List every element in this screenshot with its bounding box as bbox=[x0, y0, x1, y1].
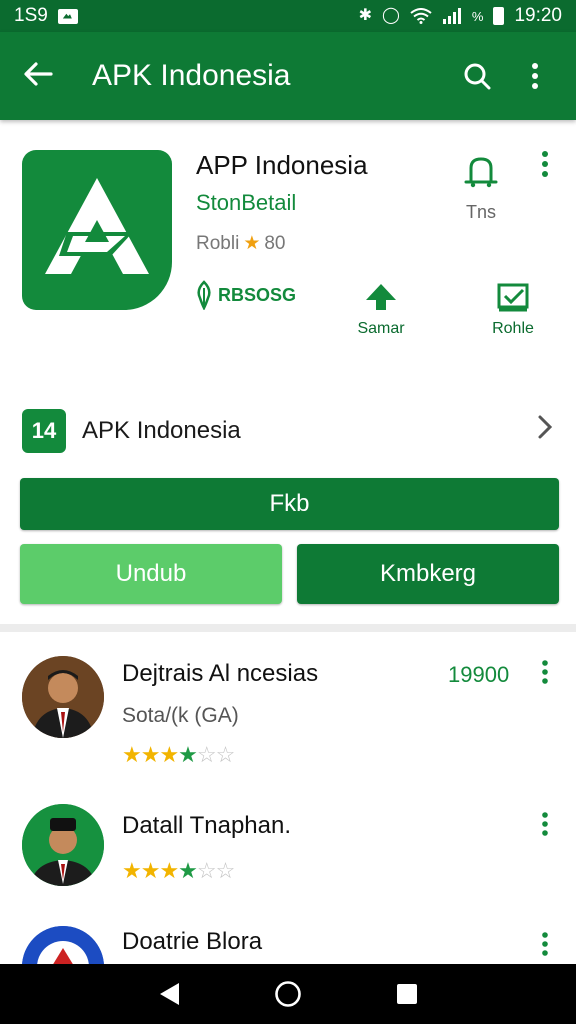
wishlist-label: Tns bbox=[465, 202, 496, 222]
rating-value: 80 bbox=[264, 233, 286, 254]
list-item[interactable]: Datall Tnaphan. ★★★★☆☆ bbox=[0, 798, 576, 918]
more-vert-icon[interactable] bbox=[530, 812, 560, 843]
item-title: Datall Tnaphan. bbox=[122, 812, 292, 839]
developer-row[interactable]: 14 APK Indonesia bbox=[0, 400, 576, 462]
upvote-icon bbox=[346, 280, 416, 314]
back-arrow-icon[interactable] bbox=[18, 58, 58, 95]
app-bar: APK Indonesia bbox=[0, 32, 576, 120]
bookmark-icon bbox=[464, 157, 498, 188]
status-bar: 1S9 ✱ ◯ % 19:20 bbox=[0, 0, 576, 32]
developer-link[interactable]: StonBetail bbox=[196, 190, 296, 216]
more-vert-icon[interactable] bbox=[530, 150, 560, 194]
list-item[interactable]: Dejtrais Al ncesias Sota/(k (GA) ★★★★☆☆ … bbox=[0, 648, 576, 768]
item-title: Doatrie Blora bbox=[122, 928, 263, 955]
app-header: APP Indonesia StonBetail Robli ★ 80 Tns RB… bbox=[0, 120, 576, 360]
stat-label: RBSOSG bbox=[218, 284, 297, 305]
back-button[interactable]: Kmbkerg bbox=[297, 544, 559, 604]
stat-downloads: RBSOSG bbox=[194, 280, 304, 310]
leaf-icon bbox=[197, 280, 211, 310]
checkbox-icon bbox=[478, 280, 548, 314]
more-vert-icon[interactable] bbox=[530, 660, 560, 691]
wishlist-button[interactable] bbox=[456, 150, 506, 194]
search-icon[interactable] bbox=[454, 53, 500, 99]
more-vert-icon[interactable] bbox=[530, 932, 560, 963]
nav-back-icon[interactable] bbox=[149, 974, 189, 1014]
status-time-left: 1S9 bbox=[14, 5, 48, 26]
battery-icon bbox=[493, 7, 505, 25]
more-vert-icon[interactable] bbox=[512, 53, 558, 99]
bluetooth-icon: ✱ bbox=[358, 7, 372, 24]
nav-home-icon[interactable] bbox=[268, 974, 308, 1014]
chevron-right-icon bbox=[536, 414, 554, 448]
item-subtitle: Sota/(k (GA) bbox=[122, 704, 239, 727]
avatar bbox=[22, 926, 104, 964]
wifi-icon bbox=[410, 8, 432, 24]
avatar bbox=[22, 804, 104, 886]
item-price: 19900 bbox=[448, 662, 510, 687]
stat-label: Rohle bbox=[492, 320, 534, 337]
star-icon: ★ bbox=[243, 233, 261, 254]
system-nav-bar bbox=[0, 964, 576, 1024]
download-button[interactable]: Undub bbox=[20, 544, 282, 604]
section-divider bbox=[0, 624, 576, 632]
item-title: Dejtrais Al ncesias bbox=[122, 660, 319, 687]
status-time: 19:20 bbox=[514, 5, 562, 26]
app-bar-title: APK Indonesia bbox=[92, 59, 291, 92]
calendar-icon: 14 bbox=[22, 409, 66, 453]
app-rating: Robli ★ 80 bbox=[196, 232, 286, 255]
rating-label: Robli bbox=[196, 233, 240, 254]
location-icon: ◯ bbox=[381, 7, 400, 24]
avatar bbox=[22, 656, 104, 738]
app-name: APP Indonesia bbox=[196, 150, 368, 180]
list-item[interactable]: Doatrie Blora bbox=[0, 916, 576, 964]
main-action-button[interactable]: Fkb bbox=[20, 478, 559, 530]
signal-icon bbox=[442, 8, 461, 24]
stat-label: Samar bbox=[357, 320, 405, 337]
rating-stars: ★★★★☆☆ bbox=[122, 742, 235, 767]
stat-review[interactable]: Rohle bbox=[478, 280, 548, 338]
app-logo-icon bbox=[22, 150, 172, 310]
nav-recents-icon[interactable] bbox=[387, 974, 427, 1014]
stat-share[interactable]: Samar bbox=[346, 280, 416, 338]
developer-row-label: APK Indonesia bbox=[82, 417, 241, 444]
percent-icon: % bbox=[471, 8, 484, 24]
rating-stars: ★★★★☆☆ bbox=[122, 858, 235, 883]
image-notification-icon bbox=[57, 8, 78, 24]
